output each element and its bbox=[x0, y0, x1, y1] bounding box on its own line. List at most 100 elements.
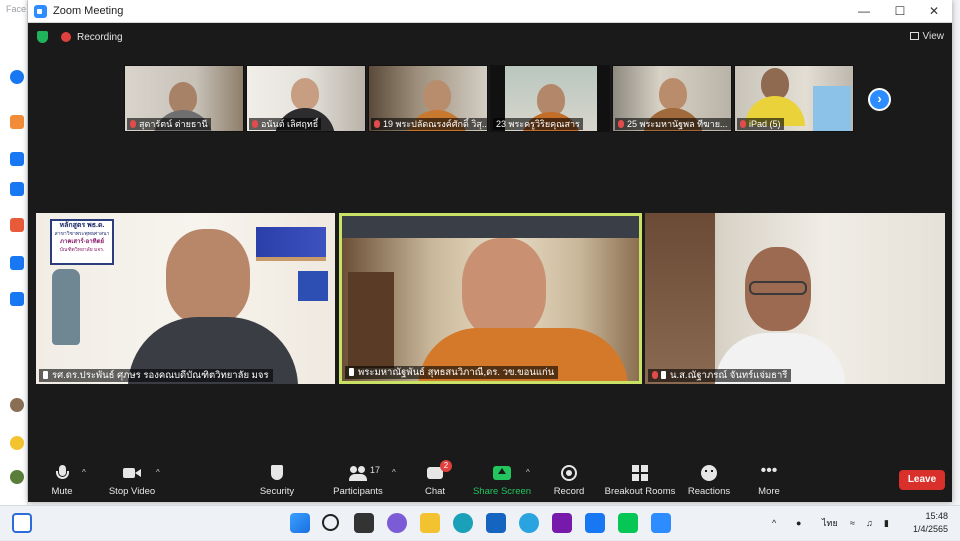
mic-muted-icon bbox=[740, 120, 746, 128]
emoji-icon[interactable] bbox=[10, 436, 24, 450]
video-options-chevron-icon[interactable]: ^ bbox=[156, 468, 160, 477]
chat-button[interactable]: 2 Chat bbox=[418, 458, 452, 502]
participant-tile[interactable]: หลักสูตร พธ.ด. สาขาวิชาพระพุทธศาสนา ภาคเ… bbox=[36, 213, 335, 384]
reactions-label: Reactions bbox=[687, 486, 731, 497]
edge-browser-icon[interactable] bbox=[453, 513, 473, 533]
participant-thumbnail[interactable]: อนันต์ เลิศฤทธิ์ bbox=[246, 65, 366, 132]
participants-icon: 17 bbox=[349, 464, 380, 482]
glasses bbox=[749, 281, 807, 295]
windows-start-icon[interactable] bbox=[290, 513, 310, 533]
file-explorer-icon[interactable] bbox=[420, 513, 440, 533]
participants-button[interactable]: 17 Participants bbox=[328, 458, 388, 502]
avatar[interactable] bbox=[10, 398, 24, 412]
participant-thumbnail[interactable]: 19 พระปลัดณรงค์ศักดิ์ วิสุ... bbox=[368, 65, 488, 132]
participant-name: 25 พระมหานัฐพล ทีฆาย... bbox=[615, 118, 731, 130]
onenote-icon[interactable] bbox=[552, 513, 572, 533]
encryption-shield-icon[interactable] bbox=[37, 31, 48, 43]
more-button[interactable]: ••• More bbox=[750, 458, 788, 502]
wifi-icon[interactable]: ≈ bbox=[850, 506, 855, 541]
battery-icon[interactable]: ▮ bbox=[884, 506, 889, 541]
chat-icon: 2 bbox=[426, 460, 452, 482]
shortcut-icon[interactable] bbox=[10, 115, 24, 129]
stop-video-label: Stop Video bbox=[108, 486, 156, 497]
window-title: Zoom Meeting bbox=[53, 5, 124, 17]
zoom-app-icon[interactable] bbox=[651, 513, 671, 533]
participant-name: 19 พระปลัดณรงค์ศักดิ์ วิสุ... bbox=[371, 118, 487, 130]
participant-video bbox=[423, 80, 451, 112]
bookshelf bbox=[298, 271, 328, 301]
marketplace-icon[interactable] bbox=[10, 256, 24, 270]
close-button[interactable]: ✕ bbox=[918, 1, 950, 22]
widgets-icon[interactable] bbox=[12, 513, 32, 533]
record-button[interactable]: Record bbox=[548, 458, 590, 502]
participant-thumbnail[interactable]: 25 พระมหานัฐพล ทีฆาย... bbox=[612, 65, 732, 132]
pages-icon[interactable] bbox=[10, 218, 24, 232]
avatar[interactable] bbox=[10, 470, 24, 484]
cabinet bbox=[348, 272, 394, 368]
share-options-chevron-icon[interactable]: ^ bbox=[526, 468, 530, 477]
statue bbox=[52, 269, 80, 345]
participant-thumbnail[interactable]: สุดารัตน์ ต่ายธานี bbox=[124, 65, 244, 132]
windows-taskbar: ^ ● ไทย ≈ ♫ ▮ 15:48 1/4/2565 bbox=[0, 505, 960, 540]
ceiling bbox=[342, 216, 639, 238]
participant-name: 23 พระครูวิริยคุณสาร bbox=[493, 118, 583, 130]
facebook-app-icon[interactable] bbox=[585, 513, 605, 533]
breakout-rooms-button[interactable]: Breakout Rooms bbox=[602, 458, 678, 502]
participant-name: สุดารัตน์ ต่ายธานี bbox=[127, 118, 211, 130]
shield-icon bbox=[268, 464, 286, 482]
teams-chat-icon[interactable] bbox=[387, 513, 407, 533]
memories-icon[interactable] bbox=[10, 182, 24, 196]
door bbox=[645, 213, 715, 384]
groups-icon[interactable] bbox=[10, 292, 24, 306]
video-camera-icon bbox=[123, 464, 141, 482]
stop-video-button[interactable]: Stop Video bbox=[106, 458, 158, 502]
title-bar: Zoom Meeting — ☐ ✕ bbox=[28, 0, 952, 23]
search-icon[interactable] bbox=[322, 514, 339, 531]
view-button[interactable]: View bbox=[909, 29, 944, 45]
line-app-icon[interactable] bbox=[618, 513, 638, 533]
pin-icon bbox=[661, 371, 666, 379]
skype-icon[interactable] bbox=[519, 513, 539, 533]
shelf bbox=[256, 257, 326, 261]
audio-options-chevron-icon[interactable]: ^ bbox=[82, 468, 86, 477]
volume-icon[interactable]: ♫ bbox=[866, 506, 873, 541]
show-hidden-icons-chevron-icon[interactable]: ^ bbox=[772, 506, 776, 541]
participant-video bbox=[659, 78, 687, 110]
participant-tile-active-speaker[interactable]: พระมหาณัฐพันธ์ สุทธสนวิภาณี,ดร. วข.ขอนแก… bbox=[339, 213, 642, 384]
participant-video bbox=[166, 229, 250, 325]
share-screen-button[interactable]: Share Screen bbox=[472, 458, 532, 502]
participant-tile[interactable]: น.ส.ณัฐาภรณ์ จันทร์แจ่มธารี bbox=[645, 213, 945, 384]
pin-icon bbox=[349, 368, 354, 376]
facebook-icon[interactable] bbox=[10, 70, 24, 84]
reactions-button[interactable]: Reactions bbox=[684, 458, 734, 502]
system-clock[interactable]: 15:48 1/4/2565 bbox=[913, 510, 948, 536]
mail-icon[interactable] bbox=[486, 513, 506, 533]
maximize-button[interactable]: ☐ bbox=[884, 1, 916, 22]
participant-thumbnail[interactable]: 23 พระครูวิริยคุณสาร bbox=[490, 65, 610, 132]
chat-label: Chat bbox=[424, 486, 446, 497]
participant-name: น.ส.ณัฐาภรณ์ จันทร์แจ่มธารี bbox=[648, 369, 792, 382]
participant-name: พระมหาณัฐพันธ์ สุทธสนวิภาณี,ดร. วข.ขอนแก… bbox=[345, 366, 559, 379]
language-indicator[interactable]: ไทย bbox=[822, 506, 838, 541]
slide-line: ภาคเสาร์-อาทิตย์ bbox=[60, 239, 104, 245]
mute-button[interactable]: Mute bbox=[42, 458, 82, 502]
security-button[interactable]: Security bbox=[254, 458, 300, 502]
more-dots-icon: ••• bbox=[760, 462, 778, 479]
browser-sidebar: Face bbox=[0, 0, 28, 505]
participants-options-chevron-icon[interactable]: ^ bbox=[392, 468, 396, 477]
friends-icon[interactable] bbox=[10, 152, 24, 166]
microphone-icon bbox=[53, 464, 71, 482]
minimize-button[interactable]: — bbox=[848, 1, 880, 22]
meeting-toolbar: Mute ^ Stop Video ^ Security 17 Particip… bbox=[28, 458, 952, 502]
task-view-icon[interactable] bbox=[354, 513, 374, 533]
participant-video bbox=[462, 238, 546, 338]
mic-muted-icon bbox=[618, 120, 624, 128]
next-page-button[interactable]: › bbox=[868, 88, 891, 111]
share-screen-icon bbox=[493, 464, 511, 482]
participants-label: Participants bbox=[333, 486, 383, 497]
recording-icon[interactable] bbox=[61, 32, 71, 42]
microphone-tray-icon[interactable]: ● bbox=[796, 506, 801, 541]
slide-title: หลักสูตร พธ.ด. bbox=[59, 222, 105, 229]
participant-thumbnail[interactable]: iPad (5) bbox=[734, 65, 854, 132]
leave-button[interactable]: Leave bbox=[899, 470, 945, 490]
